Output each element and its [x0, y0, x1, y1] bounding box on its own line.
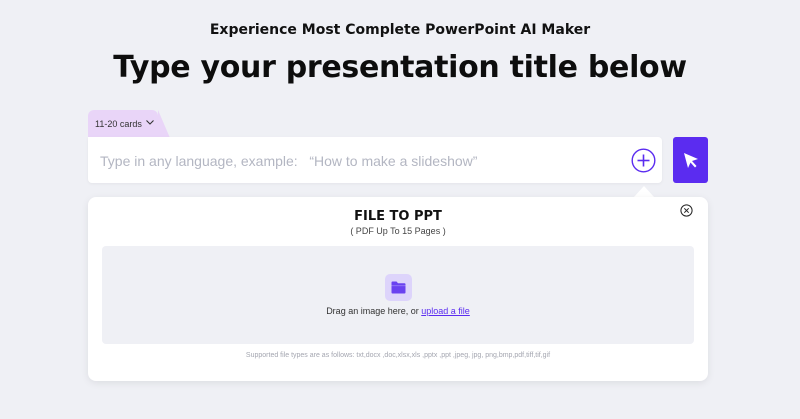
- folder-icon: [385, 274, 412, 301]
- plus-circle-icon[interactable]: [631, 148, 656, 173]
- close-circle-icon[interactable]: [680, 204, 693, 217]
- chevron-down-icon: [146, 120, 154, 125]
- panel-pointer: [634, 186, 654, 197]
- file-dropzone[interactable]: Drag an image here, or upload a file: [102, 246, 694, 344]
- cursor-pointer-icon: [684, 153, 698, 168]
- upload-file-link[interactable]: upload a file: [421, 306, 470, 316]
- title-input-box: [88, 137, 662, 183]
- generate-button[interactable]: [673, 137, 708, 183]
- file-to-ppt-panel: FILE TO PPT ( PDF Up To 15 Pages ) Drag …: [88, 197, 708, 381]
- dropzone-text: Drag an image here, or upload a file: [102, 306, 694, 316]
- cards-count-dropdown[interactable]: 11-20 cards: [88, 110, 170, 138]
- panel-subtitle: ( PDF Up To 15 Pages ): [350, 226, 446, 236]
- panel-title: FILE TO PPT: [354, 209, 442, 224]
- page-title: Type your presentation title below: [113, 50, 687, 85]
- title-input[interactable]: [98, 149, 622, 173]
- dropzone-prompt: Drag an image here, or: [326, 306, 422, 316]
- cards-count-label: 11-20 cards: [95, 119, 142, 129]
- supported-file-types: Supported file types are as follows: txt…: [245, 352, 551, 359]
- page-tagline: Experience Most Complete PowerPoint AI M…: [209, 22, 591, 38]
